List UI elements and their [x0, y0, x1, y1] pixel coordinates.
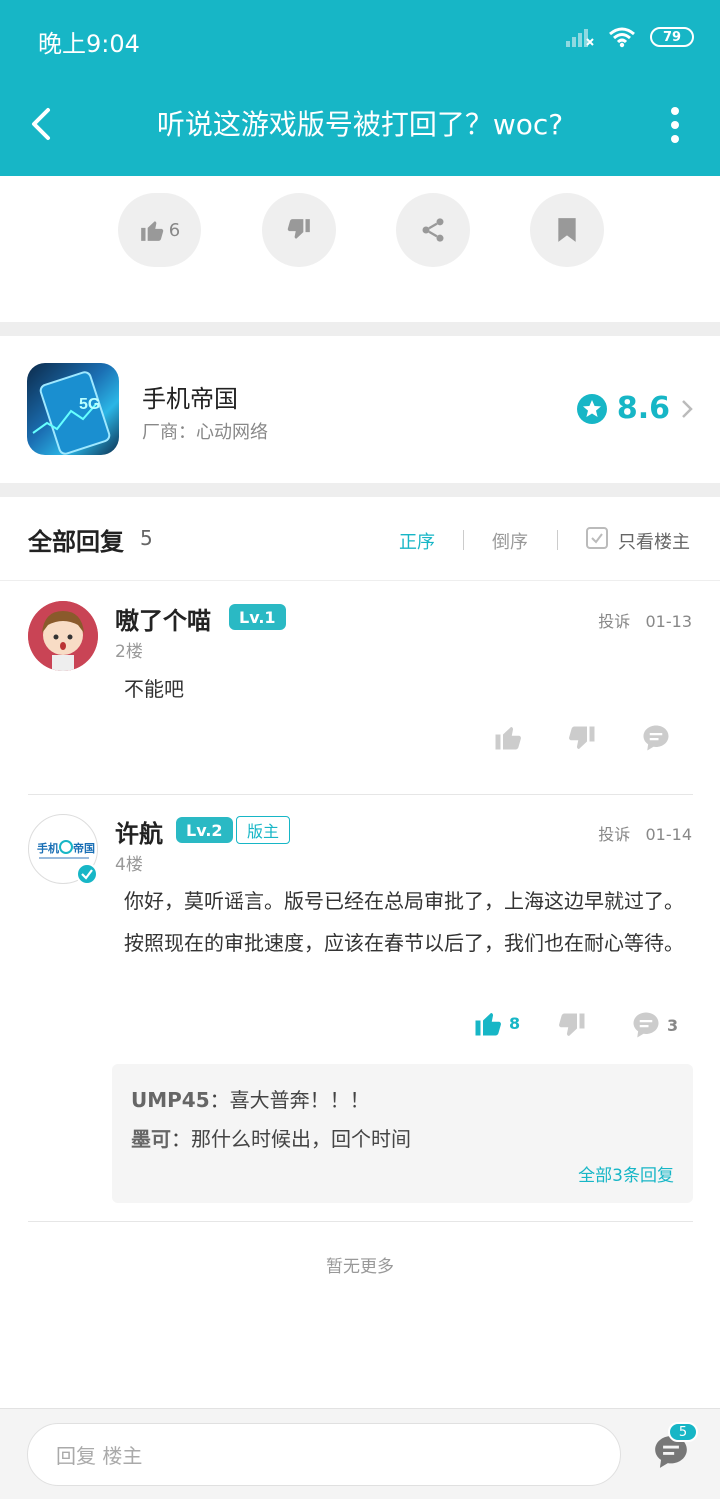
check-icon [591, 533, 603, 544]
sub-reply-separator: ： [171, 1127, 191, 1151]
bookmark-button[interactable] [530, 193, 604, 267]
replies-title: 全部回复 [28, 528, 124, 556]
reply-input[interactable]: 回复 楼主 [27, 1423, 621, 1486]
battery-indicator: 79 [650, 27, 694, 47]
game-name: 手机帝国 [142, 385, 238, 413]
sub-replies-box[interactable]: UMP45：喜大普奔！！！ 墨可：那什么时候出，回个时间 全部3条回复 [112, 1064, 693, 1203]
signal-icon [566, 29, 594, 47]
sort-descending-tab[interactable]: 倒序 [492, 528, 528, 554]
sub-reply-author[interactable]: 墨可 [131, 1127, 171, 1151]
divider [557, 530, 558, 550]
report-and-date: 投诉 01-14 [598, 821, 692, 845]
username[interactable]: 许航 [115, 814, 163, 849]
level-badge: Lv.2 [176, 817, 233, 843]
top-bar: 晚上9:04 79 听说这游戏版号被打回了？woc? [0, 0, 720, 176]
reply-comment-button[interactable]: 3 [631, 1010, 678, 1040]
share-button[interactable] [396, 193, 470, 267]
comment-icon [643, 725, 669, 751]
view-all-replies-link[interactable]: 全部3条回复 [578, 1161, 674, 1186]
share-icon [422, 218, 444, 242]
floor-number: 2楼 [115, 642, 143, 662]
sort-ascending-tab[interactable]: 正序 [399, 528, 435, 554]
thumbs-up-icon [475, 1013, 501, 1036]
no-more-label: 暂无更多 [326, 1257, 394, 1277]
svg-text:5G: 5G [79, 396, 100, 413]
thumbs-down-icon [287, 219, 310, 239]
back-button[interactable] [26, 104, 56, 144]
status-time: 晚上9:04 [38, 30, 140, 58]
reply-dislike-button[interactable] [567, 724, 597, 754]
game-icon: 5G [27, 363, 119, 455]
wifi-icon [609, 27, 635, 48]
report-link[interactable]: 投诉 [598, 825, 630, 844]
sub-reply-text: 喜大普奔！！！ [229, 1088, 370, 1112]
replies-count: 5 [140, 526, 153, 550]
like-count: 6 [168, 219, 181, 241]
thumbs-up-icon [495, 727, 521, 750]
thumbs-down-icon [559, 1013, 585, 1036]
reply-content: 你好，莫听谣言。版号已经在总局审批了，上海这边早就过了。按照现在的审批速度，应该… [124, 889, 684, 955]
star-icon [576, 393, 607, 424]
like-button[interactable]: 6 [118, 193, 201, 267]
thumbs-up-icon [140, 221, 163, 241]
sub-reply-text: 那什么时候出，回个时间 [191, 1127, 411, 1151]
section-separator [0, 322, 720, 336]
replies-header: 全部回复 5 正序 倒序 只看楼主 [0, 500, 720, 581]
divider [463, 530, 464, 550]
sub-reply: UMP45：喜大普奔！！！ [131, 1084, 370, 1113]
floor-number: 4楼 [115, 855, 143, 875]
moderator-badge: 版主 [236, 816, 291, 844]
more-menu-button[interactable] [668, 106, 682, 144]
comment-count: 3 [667, 1015, 679, 1035]
comments-count-badge: 5 [668, 1422, 698, 1442]
reply-like-button[interactable]: 8 [473, 1008, 520, 1038]
game-rating[interactable]: 8.6 [576, 391, 694, 426]
svg-text:手机: 手机 [37, 841, 59, 855]
section-separator [0, 483, 720, 497]
avatar[interactable] [28, 601, 98, 671]
divider [28, 1221, 693, 1222]
chevron-right-icon [682, 399, 693, 418]
verified-icon [76, 863, 98, 885]
like-count: 8 [509, 1013, 521, 1033]
reply-date: 01-14 [645, 825, 693, 844]
sub-reply: 墨可：那什么时候出，回个时间 [131, 1123, 411, 1152]
game-card[interactable]: 5G 手机帝国 厂商：心动网络 8.6 [0, 336, 720, 483]
only-op-checkbox[interactable] [586, 527, 608, 549]
sub-reply-separator: ： [209, 1088, 230, 1112]
sub-reply-author[interactable]: UMP45 [131, 1088, 210, 1112]
reply-like-button[interactable] [493, 722, 523, 752]
thumbs-down-icon [569, 726, 595, 749]
page-title: 听说这游戏版号被打回了？woc? [156, 108, 564, 141]
report-link[interactable]: 投诉 [598, 612, 630, 631]
svg-text:帝国: 帝国 [73, 841, 95, 855]
bottom-bar: 回复 楼主 5 [0, 1408, 720, 1499]
game-vendor: 厂商：心动网络 [142, 422, 268, 443]
dislike-button[interactable] [262, 193, 336, 267]
comment-icon [633, 1012, 659, 1038]
reply-content: 不能吧 [124, 677, 184, 701]
only-op-label[interactable]: 只看楼主 [618, 528, 690, 554]
username[interactable]: 嗷了个喵 [115, 601, 211, 636]
bookmark-icon [558, 218, 576, 242]
reply-item: 嗷了个喵 Lv.1 投诉 01-13 2楼 不能吧 [0, 582, 720, 794]
reply-date: 01-13 [645, 612, 693, 631]
post-actions: 6 [0, 193, 720, 267]
reply-dislike-button[interactable] [557, 1011, 587, 1041]
level-badge: Lv.1 [229, 604, 286, 630]
status-icons: 79 [566, 26, 694, 48]
rating-value: 8.6 [616, 391, 670, 426]
report-and-date: 投诉 01-13 [598, 608, 692, 632]
reply-comment-button[interactable] [641, 723, 671, 753]
